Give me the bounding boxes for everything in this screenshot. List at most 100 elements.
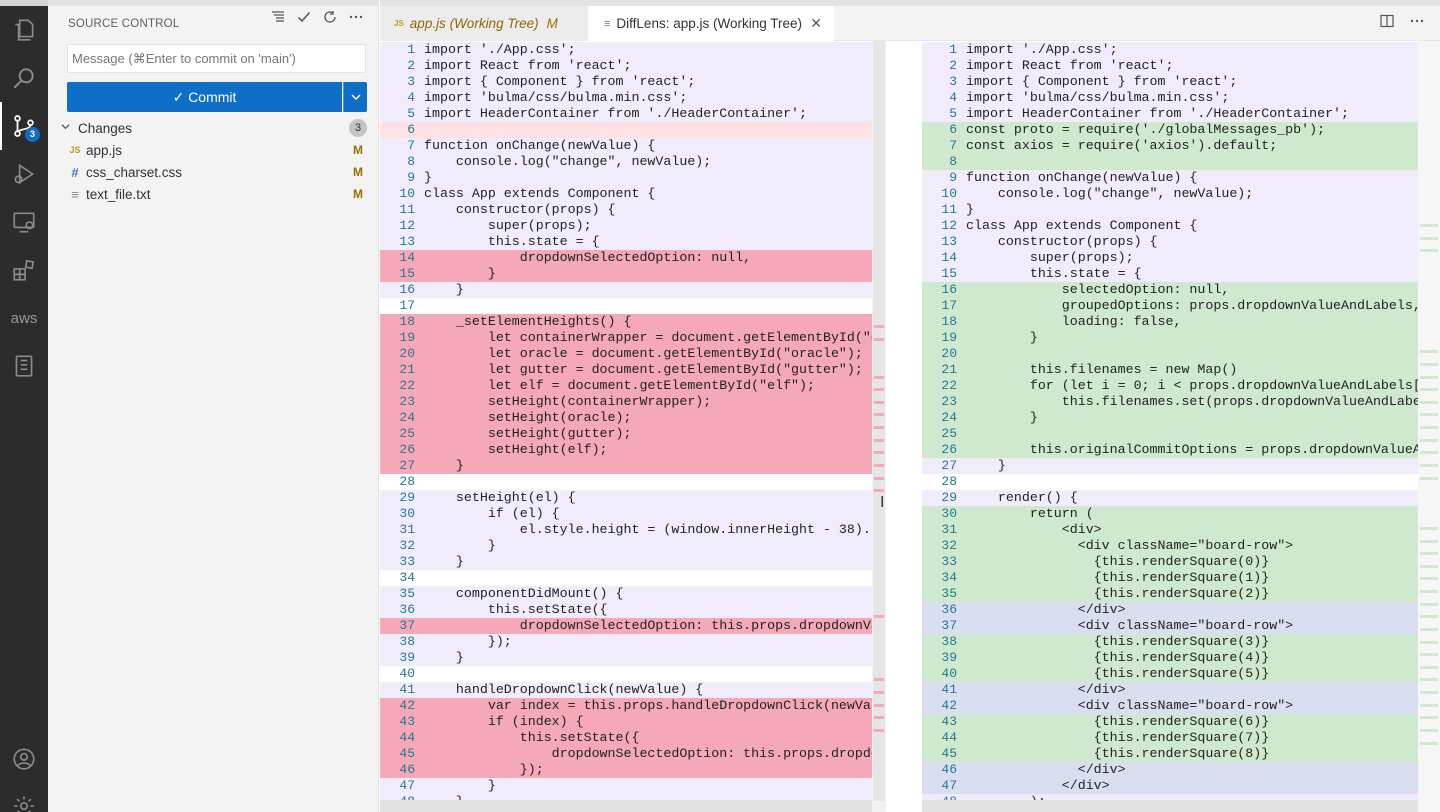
code-line[interactable]: 38 });	[380, 634, 872, 650]
right-horizontal-scrollbar[interactable]	[922, 800, 1418, 812]
source-control-icon[interactable]: 3	[0, 102, 48, 150]
code-line[interactable]: 14 dropdownSelectedOption: null,	[380, 250, 872, 266]
code-line[interactable]: 23 this.filenames.set(props.dropdownValu…	[922, 394, 1418, 410]
code-line[interactable]: 45 dropdownSelectedOption: this.props.dr…	[380, 746, 872, 762]
code-line[interactable]: 47 }	[380, 778, 872, 794]
code-line[interactable]: 32 <div className="board-row">	[922, 538, 1418, 554]
changed-file-item[interactable]: # css_charset.css M	[48, 161, 379, 183]
right-overview-ruler[interactable]	[1418, 41, 1440, 812]
code-line[interactable]: 36 this.setState({	[380, 602, 872, 618]
split-editor-icon[interactable]	[1380, 14, 1394, 31]
code-line[interactable]: 39 }	[380, 650, 872, 666]
left-horizontal-scrollbar[interactable]	[380, 800, 872, 812]
code-line[interactable]: 25 setHeight(gutter);	[380, 426, 872, 442]
diff-original-pane[interactable]: 1 import './App.css'; 2 import React from '…	[380, 41, 872, 812]
code-line[interactable]: 2 import React from 'react';	[380, 58, 872, 74]
code-line[interactable]: 20 let oracle = document.getElementById(…	[380, 346, 872, 362]
code-line[interactable]: 37 dropdownSelectedOption: this.props.dr…	[380, 618, 872, 634]
code-line[interactable]: 9}	[380, 170, 872, 186]
code-line[interactable]: 35 {this.renderSquare(2)}	[922, 586, 1418, 602]
code-line[interactable]: 21 let gutter = document.getElementById(…	[380, 362, 872, 378]
code-line[interactable]: 3 import { Component } from 'react';	[922, 74, 1418, 90]
code-line[interactable]: 11 constructor(props) {	[380, 202, 872, 218]
code-line[interactable]: 15 this.state = {	[922, 266, 1418, 282]
code-line[interactable]: 27 }	[922, 458, 1418, 474]
code-line[interactable]: 30 if (el) {	[380, 506, 872, 522]
code-line[interactable]: 31 el.style.height = (window.innerHeight…	[380, 522, 872, 538]
code-line[interactable]: 39 {this.renderSquare(4)}	[922, 650, 1418, 666]
notebook-icon[interactable]	[0, 342, 48, 390]
code-line[interactable]: 15 }	[380, 266, 872, 282]
code-line[interactable]: 20	[922, 346, 1418, 362]
changed-file-item[interactable]: ≡ text_file.txt M	[48, 183, 379, 205]
code-line[interactable]: 11}	[922, 202, 1418, 218]
code-line[interactable]: 4 import 'bulma/css/bulma.min.css';	[380, 90, 872, 106]
code-line[interactable]: 25	[922, 426, 1418, 442]
code-line[interactable]: 1 import './App.css';	[922, 42, 1418, 58]
code-line[interactable]: 19 }	[922, 330, 1418, 346]
code-line[interactable]: 33 {this.renderSquare(0)}	[922, 554, 1418, 570]
code-line[interactable]: 17	[380, 298, 872, 314]
code-line[interactable]: 24 setHeight(oracle);	[380, 410, 872, 426]
scrollbar-thumb[interactable]	[873, 41, 885, 801]
code-line[interactable]: 13 constructor(props) {	[922, 234, 1418, 250]
view-as-tree-icon[interactable]	[270, 8, 286, 26]
extensions-icon[interactable]	[0, 246, 48, 294]
code-line[interactable]: 45 {this.renderSquare(8)}	[922, 746, 1418, 762]
tab-difflens-app-js[interactable]: ≡ DiffLens: app.js (Working Tree) ✕	[588, 6, 834, 41]
code-line[interactable]: 36 </div>	[922, 602, 1418, 618]
code-line[interactable]: 22 let elf = document.getElementById("el…	[380, 378, 872, 394]
code-line[interactable]: 3 import { Component } from 'react';	[380, 74, 872, 90]
code-line[interactable]: 23 setHeight(containerWrapper);	[380, 394, 872, 410]
left-overview-ruler[interactable]	[872, 41, 886, 812]
code-line[interactable]: 2 import React from 'react';	[922, 58, 1418, 74]
code-line[interactable]: 24 }	[922, 410, 1418, 426]
code-line[interactable]: 4 import 'bulma/css/bulma.min.css';	[922, 90, 1418, 106]
code-line[interactable]: 34 {this.renderSquare(1)}	[922, 570, 1418, 586]
aws-icon[interactable]: aws	[0, 294, 48, 342]
code-line[interactable]: 42 <div className="board-row">	[922, 698, 1418, 714]
more-actions-icon[interactable]	[1410, 14, 1424, 31]
code-line[interactable]: 16 selectedOption: null,	[922, 282, 1418, 298]
code-line[interactable]: 43 {this.renderSquare(6)}	[922, 714, 1418, 730]
code-line[interactable]: 42 var index = this.props.handleDropdown…	[380, 698, 872, 714]
commit-dropdown-button[interactable]	[343, 82, 367, 112]
code-line[interactable]: 18 _setElementHeights() {	[380, 314, 872, 330]
settings-gear-icon[interactable]	[0, 782, 48, 812]
search-icon[interactable]	[0, 54, 48, 102]
code-line[interactable]: 5 import HeaderContainer from './HeaderCo…	[922, 106, 1418, 122]
code-line[interactable]: 5 import HeaderContainer from './HeaderCo…	[380, 106, 872, 122]
code-line[interactable]: 7 const axios = require('axios').default;	[922, 138, 1418, 154]
code-line[interactable]: 13 this.state = {	[380, 234, 872, 250]
tab-app-js-working-tree[interactable]: JS app.js (Working Tree) M	[380, 6, 588, 41]
code-line[interactable]: 16 }	[380, 282, 872, 298]
code-line[interactable]: 1 import './App.css';	[380, 42, 872, 58]
code-line[interactable]: 44 this.setState({	[380, 730, 872, 746]
code-line[interactable]: 47 </div>	[922, 778, 1418, 794]
code-line[interactable]: 44 {this.renderSquare(7)}	[922, 730, 1418, 746]
code-line[interactable]: 41 handleDropdownClick(newValue) {	[380, 682, 872, 698]
code-line[interactable]: 32 }	[380, 538, 872, 554]
run-debug-icon[interactable]	[0, 150, 48, 198]
code-line[interactable]: 21 this.filenames = new Map()	[922, 362, 1418, 378]
explorer-icon[interactable]	[0, 6, 48, 54]
close-icon[interactable]: ✕	[810, 15, 822, 32]
more-actions-icon[interactable]	[348, 8, 364, 26]
code-line[interactable]: 30 return (	[922, 506, 1418, 522]
code-line[interactable]: 34	[380, 570, 872, 586]
code-line[interactable]: 14 super(props);	[922, 250, 1418, 266]
code-line[interactable]: 18 loading: false,	[922, 314, 1418, 330]
code-line[interactable]: 6 const proto = require('./globalMessages…	[922, 122, 1418, 138]
code-line[interactable]: 9 function onChange(newValue) {	[922, 170, 1418, 186]
code-line[interactable]: 40 {this.renderSquare(5)}	[922, 666, 1418, 682]
code-line[interactable]: 12 class App extends Component {	[922, 218, 1418, 234]
code-line[interactable]: 22 for (let i = 0; i < props.dropdownVal…	[922, 378, 1418, 394]
code-line[interactable]: 31 <div>	[922, 522, 1418, 538]
code-line[interactable]: 33 }	[380, 554, 872, 570]
refresh-icon[interactable]	[322, 8, 338, 26]
code-line[interactable]: 29 render() {	[922, 490, 1418, 506]
code-line[interactable]: 46 });	[380, 762, 872, 778]
account-icon[interactable]	[0, 735, 48, 783]
code-line[interactable]: 46 </div>	[922, 762, 1418, 778]
changes-group-header[interactable]: Changes 3	[48, 117, 379, 139]
